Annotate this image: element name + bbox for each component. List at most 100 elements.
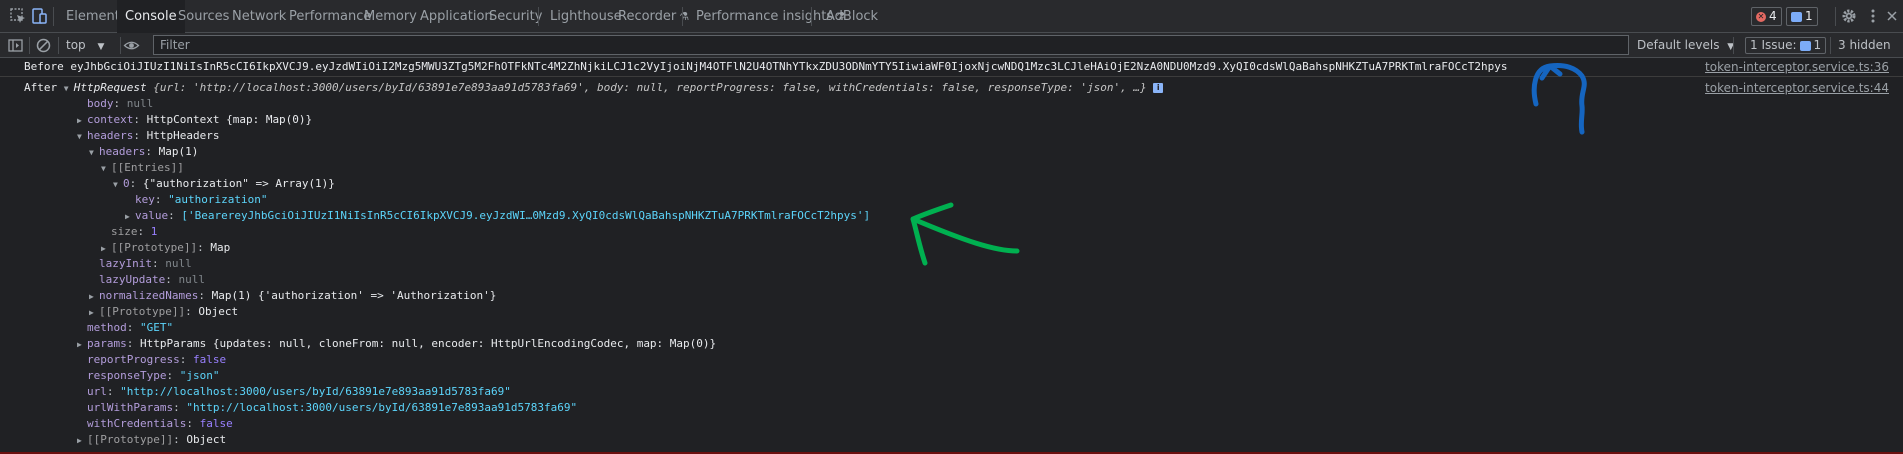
prop-value: HttpHeaders bbox=[146, 129, 220, 142]
prop-reportprogress: reportProgress: false bbox=[87, 353, 227, 366]
prop-value: HttpContext {map: Map(0)} bbox=[146, 113, 313, 126]
source-link[interactable]: token-interceptor.service.ts:44 bbox=[1705, 80, 1889, 96]
tab-label: Recorder bbox=[618, 9, 677, 24]
log-label: Before bbox=[24, 60, 64, 73]
info-badge-icon[interactable]: i bbox=[1153, 83, 1164, 93]
collapsed-triangle-icon[interactable]: ▶ bbox=[89, 305, 99, 321]
divider bbox=[1733, 37, 1734, 54]
prop-urlwithparams: urlWithParams: "http://localhost:3000/us… bbox=[87, 401, 578, 414]
object-class: HttpRequest bbox=[73, 81, 147, 94]
prop-key: headers bbox=[87, 129, 134, 142]
prop-url: url: "http://localhost:3000/users/byId/6… bbox=[87, 385, 511, 398]
console-message-after: After ▼ HttpRequest {url: 'http://localho… bbox=[24, 80, 1164, 97]
prop-key: [[Entries]] bbox=[111, 161, 184, 174]
log-levels-dropdown[interactable]: Default levels ▼ bbox=[1637, 33, 1734, 58]
inspect-element-icon[interactable] bbox=[9, 7, 27, 25]
issues-button[interactable]: 1 Issue: 1 bbox=[1745, 33, 1827, 58]
prop-value: null bbox=[165, 257, 192, 270]
prop-value: Object bbox=[198, 305, 239, 318]
prop-key: urlWithParams bbox=[87, 401, 174, 414]
show-sidebar-icon[interactable] bbox=[7, 37, 24, 54]
prop-key: [[Prototype]] bbox=[87, 433, 174, 446]
issues-label: 1 Issue: bbox=[1750, 38, 1797, 52]
close-icon[interactable] bbox=[1883, 7, 1901, 25]
collapsed-triangle-icon[interactable]: ▶ bbox=[77, 433, 87, 449]
tab-label: AdBlock bbox=[826, 9, 879, 24]
prop-headers-map[interactable]: ▼ headers: Map(1) bbox=[89, 144, 198, 160]
hidden-messages-count: 3 hidden bbox=[1838, 33, 1891, 58]
device-toolbar-icon[interactable] bbox=[30, 7, 48, 25]
collapsed-triangle-icon[interactable]: ▶ bbox=[89, 289, 99, 305]
prop-key: withCredentials bbox=[87, 417, 187, 430]
prop-value: "http://localhost:3000/users/byId/63891e… bbox=[120, 385, 511, 398]
prop-value: "json" bbox=[179, 369, 220, 382]
error-icon: ✕ bbox=[1756, 11, 1766, 22]
prop-lazyupdate: lazyUpdate: null bbox=[99, 273, 205, 286]
divider bbox=[58, 37, 59, 54]
prop-value: null bbox=[126, 97, 154, 110]
prop-context[interactable]: ▶ context: HttpContext {map: Map(0)} bbox=[77, 112, 312, 128]
collapsed-triangle-icon[interactable]: ▶ bbox=[125, 209, 135, 225]
console-toolbar: top ▼ Default levels ▼ 1 Issue: 1 3 hidd… bbox=[0, 33, 1903, 58]
console-output: Before eyJhbGciOiJIUzI1NiIsInR5cCI6IkpXV… bbox=[0, 58, 1903, 454]
object-preview: {url: 'http://localhost:3000/users/byId/… bbox=[153, 81, 1147, 94]
tab-recorder[interactable]: Recorder ⚗ bbox=[610, 0, 697, 33]
source-link-text: token-interceptor.service.ts:36 bbox=[1705, 60, 1889, 74]
divider bbox=[29, 37, 30, 54]
tab-label: Performance insights bbox=[696, 9, 834, 24]
collapsed-triangle-icon[interactable]: ▶ bbox=[77, 337, 87, 353]
more-options-icon[interactable] bbox=[1864, 7, 1882, 25]
filter-input[interactable] bbox=[153, 35, 1629, 55]
source-link[interactable]: token-interceptor.service.ts:36 bbox=[1705, 59, 1889, 75]
collapsed-triangle-icon[interactable]: ▶ bbox=[77, 113, 87, 129]
prop-value: null bbox=[178, 273, 205, 286]
prop-value: Map(1) {'authorization' => 'Authorizatio… bbox=[211, 289, 497, 302]
prop-responsetype: responseType: "json" bbox=[87, 369, 220, 382]
prop-value: false bbox=[192, 353, 227, 366]
prop-entry-value[interactable]: ▶ value: ['BearereyJhbGciOiJIUzI1NiIsInR5… bbox=[125, 208, 870, 224]
prop-normalizednames[interactable]: ▶ normalizedNames: Map(1) {'authorization… bbox=[89, 288, 496, 304]
prop-key: 0 bbox=[123, 177, 130, 190]
expanded-triangle-icon[interactable]: ▼ bbox=[77, 129, 87, 145]
divider bbox=[538, 7, 539, 26]
prop-prototype-map[interactable]: ▶ [[Prototype]]: Map bbox=[101, 240, 230, 256]
prop-value: HttpParams {updates: null, cloneFrom: nu… bbox=[140, 337, 717, 350]
collapsed-triangle-icon[interactable]: ▶ bbox=[101, 241, 111, 257]
context-selector[interactable]: top ▼ bbox=[66, 33, 104, 58]
levels-label: Default levels bbox=[1637, 38, 1720, 52]
expanded-triangle-icon[interactable]: ▼ bbox=[101, 161, 111, 177]
prop-key: value bbox=[135, 209, 169, 222]
tab-label: Console bbox=[125, 9, 177, 24]
prop-prototype-object[interactable]: ▶ [[Prototype]]: Object bbox=[77, 432, 226, 448]
message-count-badge[interactable]: 1 bbox=[1786, 7, 1818, 26]
live-expression-eye-icon[interactable] bbox=[123, 37, 140, 54]
prop-params[interactable]: ▶ params: HttpParams {updates: null, clon… bbox=[77, 336, 716, 352]
prop-entries[interactable]: ▼ [[Entries]] bbox=[101, 160, 184, 176]
expanded-triangle-icon[interactable]: ▼ bbox=[64, 81, 74, 97]
error-count-badge[interactable]: ✕ 4 bbox=[1751, 7, 1782, 26]
divider bbox=[120, 37, 121, 54]
divider bbox=[811, 7, 812, 26]
tab-adblock[interactable]: AdBlock bbox=[818, 0, 886, 33]
prop-entry-0[interactable]: ▼ 0: {"authorization" => Array(1)} bbox=[113, 176, 335, 192]
prop-headers[interactable]: ▼ headers: HttpHeaders bbox=[77, 128, 219, 144]
prop-key: params bbox=[87, 337, 127, 350]
prop-withcredentials: withCredentials: false bbox=[87, 417, 233, 430]
prop-key: method bbox=[87, 321, 127, 334]
settings-gear-icon[interactable] bbox=[1840, 7, 1858, 25]
tab-security[interactable]: Security bbox=[481, 0, 550, 33]
expanded-triangle-icon[interactable]: ▼ bbox=[89, 145, 99, 161]
tab-label: Memory bbox=[364, 9, 417, 24]
expanded-triangle-icon[interactable]: ▼ bbox=[113, 177, 123, 193]
prop-key: responseType bbox=[87, 369, 167, 382]
prop-key: [[Prototype]] bbox=[111, 241, 198, 254]
prop-value: "authorization" bbox=[168, 193, 268, 206]
prop-key: lazyUpdate bbox=[99, 273, 166, 286]
clear-console-icon[interactable] bbox=[35, 37, 52, 54]
prop-value: "http://localhost:3000/users/byId/63891e… bbox=[186, 401, 578, 414]
prop-key: [[Prototype]] bbox=[99, 305, 186, 318]
prop-prototype-object[interactable]: ▶ [[Prototype]]: Object bbox=[89, 304, 238, 320]
prop-value: false bbox=[199, 417, 233, 430]
dropdown-arrow-icon: ▼ bbox=[97, 42, 105, 52]
prop-value: {"authorization" => Array(1)} bbox=[142, 177, 335, 190]
